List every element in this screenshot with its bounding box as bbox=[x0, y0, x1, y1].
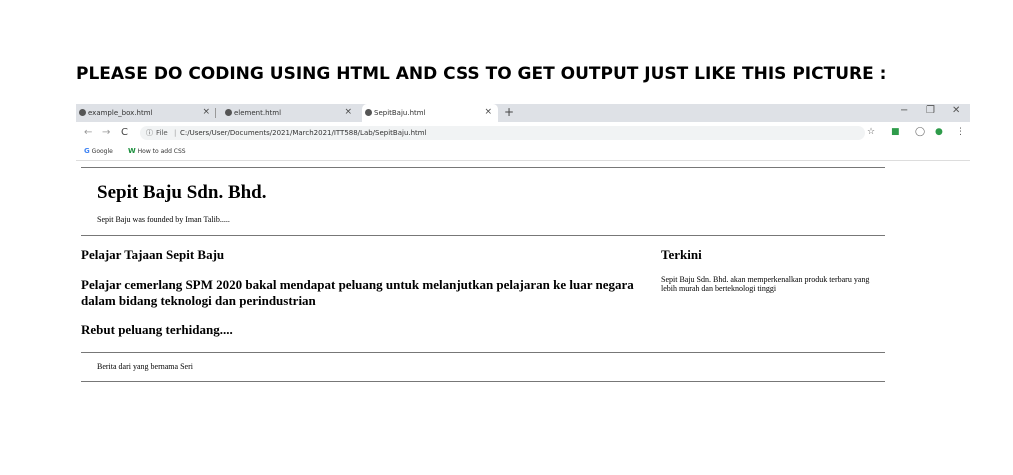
site-title: Sepit Baju Sdn. Bhd. bbox=[97, 182, 267, 203]
footer-bottom-rule bbox=[81, 381, 885, 382]
footer-top-rule bbox=[81, 352, 885, 353]
window-close-button[interactable]: ✕ bbox=[952, 105, 960, 116]
tab-title: element.html bbox=[234, 109, 282, 117]
bookmark-label: Google bbox=[91, 148, 113, 155]
bookmark-google[interactable]: G Google bbox=[84, 147, 113, 155]
browser-window: example_box.html × element.html × SepitB… bbox=[76, 104, 970, 162]
instruction-text: PLEASE DO CODING USING HTML AND CSS TO G… bbox=[76, 64, 887, 84]
info-icon[interactable]: ⓘ bbox=[146, 126, 153, 140]
footer-text: Berita dari yang bernama Seri bbox=[97, 362, 193, 371]
w3schools-icon: W bbox=[128, 147, 136, 155]
close-icon[interactable]: × bbox=[202, 107, 210, 117]
extension-icon[interactable]: ■ bbox=[891, 127, 900, 137]
close-icon[interactable]: × bbox=[344, 107, 352, 117]
site-subtitle: Sepit Baju was founded by Iman Talib....… bbox=[97, 215, 230, 224]
sidebar-text: Sepit Baju Sdn. Bhd. akan memperkenalkan… bbox=[661, 275, 870, 293]
tab-example-box[interactable]: example_box.html × bbox=[76, 104, 216, 122]
rebut-heading: Rebut peluang terhidang.... bbox=[81, 322, 233, 337]
shield-icon[interactable]: ● bbox=[935, 127, 943, 137]
reload-button[interactable]: C bbox=[121, 127, 128, 138]
minimize-button[interactable]: − bbox=[900, 105, 908, 116]
bookmark-label: How to add CSS bbox=[137, 148, 186, 155]
address-separator: | bbox=[174, 129, 177, 137]
browser-toolbar: ← → C ⓘ File | C:/Users/User/Documents/2… bbox=[76, 122, 970, 144]
url-text[interactable]: C:/Users/User/Documents/2021/March2021/I… bbox=[180, 126, 427, 140]
menu-icon[interactable]: ⋮ bbox=[956, 127, 965, 137]
sidebar-heading: Terkini bbox=[661, 247, 702, 262]
tab-strip: example_box.html × element.html × SepitB… bbox=[76, 104, 970, 122]
profile-icon[interactable]: ◯ bbox=[915, 127, 925, 137]
tab-separator bbox=[215, 108, 216, 118]
scheme-label: File bbox=[156, 129, 168, 137]
tab-sepitbaju[interactable]: SepitBaju.html × bbox=[362, 104, 498, 122]
back-button[interactable]: ← bbox=[84, 127, 92, 138]
news-heading: Pelajar cemerlang SPM 2020 bakal mendapa… bbox=[81, 277, 634, 308]
tab-title: SepitBaju.html bbox=[374, 109, 426, 117]
star-icon[interactable]: ☆ bbox=[867, 127, 875, 137]
globe-icon bbox=[225, 109, 232, 116]
bookmark-how-to-add-css[interactable]: W How to add CSS bbox=[128, 147, 186, 155]
bookmarks-bar: G Google W How to add CSS bbox=[76, 144, 970, 161]
address-bar[interactable]: ⓘ File | C:/Users/User/Documents/2021/Ma… bbox=[140, 126, 865, 140]
globe-icon bbox=[79, 109, 86, 116]
globe-icon bbox=[365, 109, 372, 116]
google-icon: G bbox=[84, 147, 90, 155]
close-icon[interactable]: × bbox=[484, 107, 492, 117]
restore-button[interactable]: ❐ bbox=[926, 105, 935, 116]
new-tab-button[interactable]: + bbox=[504, 105, 514, 119]
top-rule bbox=[81, 167, 885, 168]
tab-element[interactable]: element.html × bbox=[222, 104, 358, 122]
forward-button[interactable]: → bbox=[102, 127, 110, 138]
tab-title: example_box.html bbox=[88, 109, 153, 117]
header-rule bbox=[81, 235, 885, 236]
main-heading: Pelajar Tajaan Sepit Baju bbox=[81, 247, 225, 262]
